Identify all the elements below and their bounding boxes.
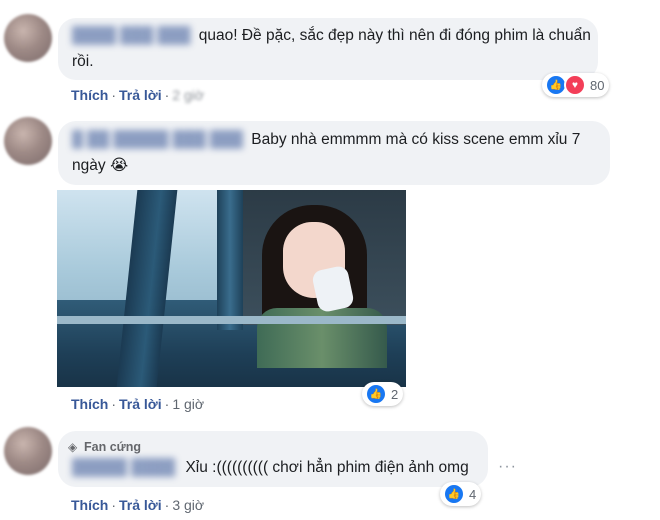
like-reaction-icon: 👍 <box>365 383 387 405</box>
comment-actions: Thích · Trả lời · 3 giờ <box>71 497 205 513</box>
comment-bubble: ◈ Fan cứng █████ ████ Xỉu :(((((((((( ch… <box>58 431 488 487</box>
commenter-name[interactable]: █ ██ █████ ███ ███ <box>72 127 243 153</box>
comment-bubble: ████ ███ ███ quao! Đề pặc, sắc đẹp này t… <box>58 18 598 80</box>
reaction-count: 4 <box>469 486 477 502</box>
comment-time[interactable]: 1 giờ <box>172 396 204 412</box>
comment-actions: Thích · Trả lời · 2 giờ <box>71 87 205 103</box>
commenter-avatar[interactable] <box>4 14 52 62</box>
comment-time[interactable]: 2 giờ <box>172 87 204 103</box>
reply-link[interactable]: Trả lời <box>119 396 162 412</box>
like-link[interactable]: Thích <box>71 497 108 513</box>
reaction-summary[interactable]: 👍 ♥ 80 <box>542 73 610 97</box>
reply-link[interactable]: Trả lời <box>119 87 162 103</box>
reaction-count: 2 <box>391 386 399 402</box>
commenter-avatar[interactable] <box>4 427 52 475</box>
reaction-count: 80 <box>590 77 605 93</box>
car-pillar <box>217 190 243 330</box>
like-link[interactable]: Thích <box>71 87 108 103</box>
love-reaction-icon: ♥ <box>564 74 586 96</box>
comment-time[interactable]: 3 giờ <box>172 497 204 513</box>
reply-link[interactable]: Trả lời <box>119 497 162 513</box>
commenter-name[interactable]: █████ ████ <box>72 455 175 481</box>
like-reaction-icon: 👍 <box>443 483 465 505</box>
comment-actions: Thích · Trả lời · 1 giờ <box>71 396 205 412</box>
crying-face-emoji: 😭 <box>109 157 129 174</box>
reaction-summary[interactable]: 👍 4 <box>440 482 482 506</box>
more-options-icon[interactable]: ··· <box>498 458 517 476</box>
diamond-icon: ◈ <box>68 439 78 454</box>
comment-text: Xỉu :(((((((((( chơi hẳn phim điện ảnh o… <box>185 459 469 476</box>
commenter-name[interactable]: ████ ███ ███ <box>72 23 190 49</box>
like-link[interactable]: Thích <box>71 396 108 412</box>
comment-bubble: █ ██ █████ ███ ███ Baby nhà emmmm mà có … <box>58 121 610 185</box>
reaction-summary[interactable]: 👍 2 <box>362 382 404 406</box>
comment-photo[interactable] <box>57 190 406 387</box>
window-sill <box>57 316 406 324</box>
commenter-avatar[interactable] <box>4 117 52 165</box>
